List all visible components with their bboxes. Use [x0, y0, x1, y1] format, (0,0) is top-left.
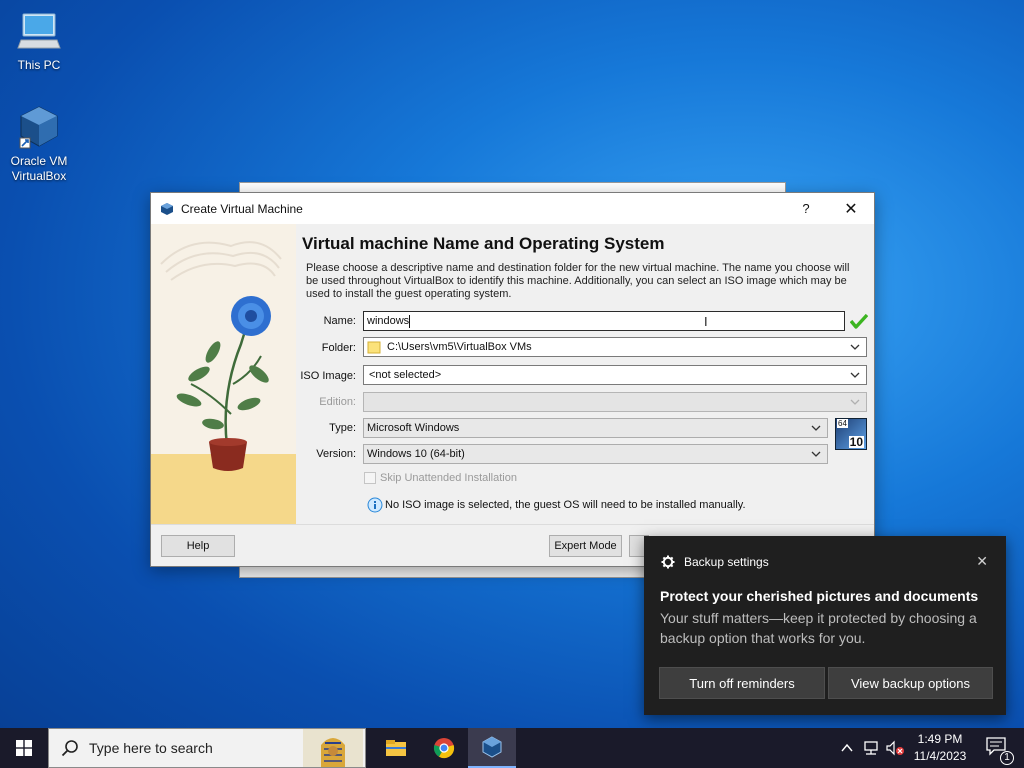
gear-icon: [661, 555, 675, 569]
desktop-icon-virtualbox[interactable]: Oracle VM VirtualBox: [3, 104, 75, 184]
clock-date: 11/4/2023: [913, 749, 967, 763]
desktop-icon-label-line2: VirtualBox: [11, 169, 67, 183]
close-button[interactable]: ✕: [829, 193, 873, 224]
dialog-title: Create Virtual Machine: [181, 201, 303, 216]
chrome-icon: [433, 738, 455, 759]
taskbar-chrome[interactable]: [420, 728, 468, 768]
volume-control[interactable]: [884, 728, 906, 768]
name-input-value: windows: [367, 315, 410, 327]
checkbox-box: [364, 472, 376, 484]
chevron-down-icon: [850, 399, 860, 405]
toast-close-button[interactable]: ✕: [976, 553, 988, 570]
system-clock[interactable]: 1:49 PM 11/4/2023: [910, 731, 970, 765]
taskbar: Type here to search 1:49 PM 11/4/2023 1: [0, 728, 1024, 768]
search-icon: [61, 740, 78, 757]
speaker-muted-icon: [886, 740, 904, 756]
toast-header: Backup settings: [661, 555, 769, 569]
virtualbox-icon: [161, 202, 173, 215]
edition-field-label: Edition:: [319, 396, 356, 408]
desktop-icon-label-line1: Oracle VM: [10, 154, 68, 168]
info-text: No ISO image is selected, the guest OS w…: [385, 499, 746, 511]
file-explorer-icon: [386, 740, 406, 756]
wizard-illustration: [151, 224, 296, 526]
toast-title: Protect your cherished pictures and docu…: [660, 588, 979, 604]
network-icon: [864, 741, 878, 755]
flower-pot-illustration: [151, 224, 296, 526]
page-heading: Virtual machine Name and Operating Syste…: [302, 234, 665, 253]
chevron-down-icon: [811, 425, 821, 431]
text-cursor-icon: I: [704, 314, 708, 329]
toast-app-name: Backup settings: [684, 555, 769, 569]
search-placeholder: Type here to search: [89, 740, 213, 756]
os-badge-version: 10: [848, 435, 864, 449]
edition-selector: [363, 392, 867, 412]
action-center-button[interactable]: 1: [986, 737, 1014, 765]
virtualbox-icon: [482, 736, 502, 758]
network-status[interactable]: [860, 728, 882, 768]
version-field-label: Version:: [316, 448, 356, 460]
folder-value: C:\Users\vm5\VirtualBox VMs: [387, 341, 532, 353]
chevron-down-icon: [850, 372, 860, 378]
chevron-up-icon: [841, 743, 853, 752]
windows-logo-icon: [16, 740, 32, 756]
iso-image-selector[interactable]: <not selected>: [363, 365, 867, 385]
skip-unattended-checkbox: Skip Unattended Installation: [364, 472, 517, 484]
iso-info-message: No ISO image is selected, the guest OS w…: [367, 497, 746, 513]
skip-unattended-label: Skip Unattended Installation: [380, 472, 517, 484]
computer-icon: [17, 13, 61, 49]
notification-count-badge: 1: [1000, 751, 1014, 765]
start-button[interactable]: [0, 728, 48, 768]
help-button[interactable]: Help: [161, 535, 235, 557]
type-selector[interactable]: Microsoft Windows: [363, 418, 828, 438]
desktop-icon-this-pc[interactable]: This PC: [3, 10, 75, 73]
desktop-icon-label: This PC: [17, 58, 61, 72]
type-value: Microsoft Windows: [367, 422, 460, 434]
backup-notification-toast[interactable]: Backup settings ✕ Protect your cherished…: [644, 536, 1006, 715]
chevron-down-icon: [850, 344, 860, 350]
os-badge-bits: 64: [837, 419, 848, 428]
taskbar-virtualbox[interactable]: [468, 728, 516, 768]
type-field-label: Type:: [329, 422, 356, 434]
chevron-down-icon: [811, 451, 821, 457]
clock-time: 1:49 PM: [917, 732, 963, 746]
expert-mode-button[interactable]: Expert Mode: [549, 535, 622, 557]
name-field-label: Name:: [323, 315, 356, 327]
iso-image-field-label: ISO Image:: [300, 370, 356, 382]
folder-selector[interactable]: C:\Users\vm5\VirtualBox VMs: [363, 337, 867, 357]
taskbar-file-explorer[interactable]: [372, 728, 420, 768]
version-value: Windows 10 (64-bit): [367, 448, 465, 460]
text-caret: [409, 314, 411, 328]
os-type-badge-icon: 64 10: [835, 418, 867, 450]
virtualbox-icon: [19, 106, 58, 149]
page-description: Please choose a descriptive name and des…: [306, 262, 850, 300]
dialog-titlebar[interactable]: Create Virtual Machine ? ✕: [151, 193, 874, 224]
folder-icon: [367, 341, 381, 354]
folder-field-label: Folder:: [321, 342, 356, 354]
taskbar-search-box[interactable]: Type here to search: [48, 728, 366, 768]
toast-body: Your stuff matters—keep it protected by …: [660, 610, 977, 646]
valid-check-icon: [850, 313, 868, 329]
context-help-button[interactable]: ?: [784, 193, 828, 224]
info-icon: [367, 497, 383, 513]
create-vm-dialog: Create Virtual Machine ? ✕ Virtual machi…: [150, 192, 875, 567]
view-backup-options-button[interactable]: View backup options: [828, 667, 993, 699]
version-selector[interactable]: Windows 10 (64-bit): [363, 444, 828, 464]
turn-off-reminders-button[interactable]: Turn off reminders: [659, 667, 825, 699]
show-hidden-icons-button[interactable]: [838, 728, 856, 768]
search-highlight-pharaoh-icon: [303, 729, 363, 767]
iso-image-value: <not selected>: [369, 369, 442, 381]
name-input[interactable]: windows I: [363, 311, 845, 331]
